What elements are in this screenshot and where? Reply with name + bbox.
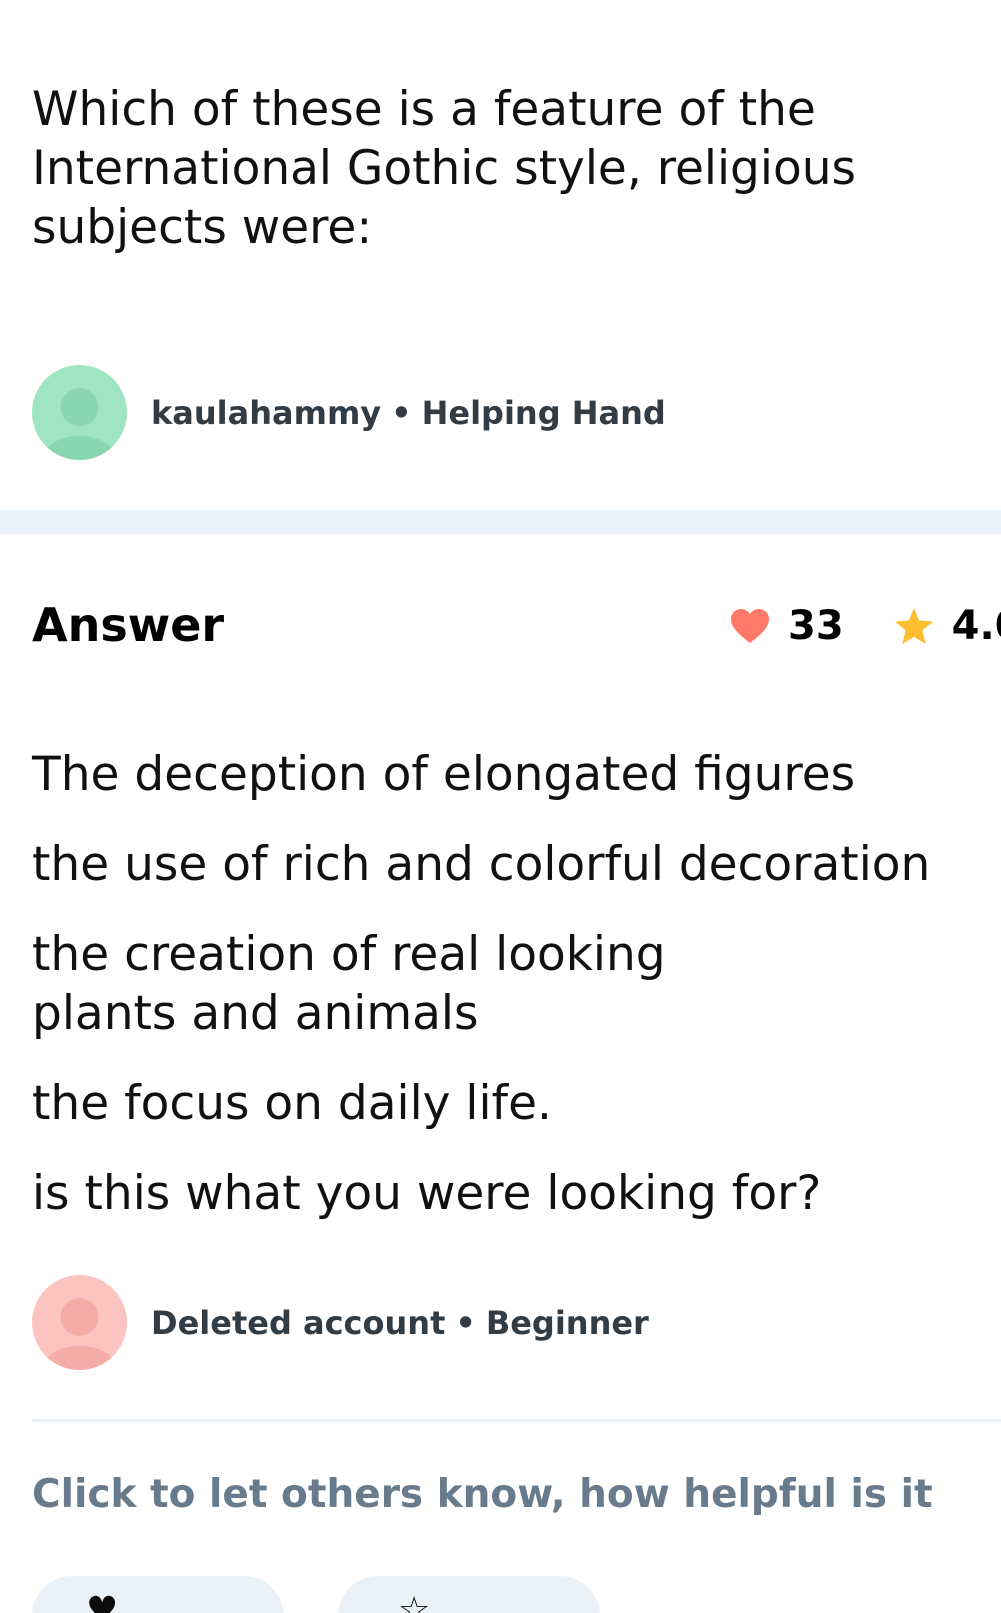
avatar[interactable] xyxy=(32,1275,127,1370)
author-rank: Beginner xyxy=(485,1303,649,1342)
answer-line: is this what you were looking for? xyxy=(32,1166,822,1221)
author-name[interactable]: kaulahammy xyxy=(151,394,381,432)
heart-icon xyxy=(731,609,769,643)
likes-count: 33 xyxy=(788,603,844,649)
rate-button[interactable]: ☆ xyxy=(338,1576,600,1613)
thanks-button[interactable]: ♥ xyxy=(32,1576,284,1613)
author-label: kaulahammy • Helping Hand xyxy=(151,394,666,432)
author-label: Deleted account • Beginner xyxy=(151,1304,649,1342)
helpful-prompt: Click to let others know, how helpful is… xyxy=(32,1472,933,1517)
section-separator xyxy=(0,510,1001,534)
answer-header: Answer xyxy=(32,598,225,652)
separator-dot: • xyxy=(455,1303,476,1342)
answer-stats: 33 4.0 xyxy=(730,603,1001,649)
answer-line: the creation of real looking plants and … xyxy=(32,927,666,1041)
divider xyxy=(32,1419,1001,1422)
star-outline-icon: ☆ xyxy=(398,1590,431,1613)
answer-author[interactable]: Deleted account • Beginner xyxy=(32,1275,649,1370)
question-text: Which of these is a feature of the Inter… xyxy=(32,82,856,255)
page: Which of these is a feature of the Inter… xyxy=(0,0,1001,1613)
author-name[interactable]: Deleted account xyxy=(151,1304,445,1342)
rating-stat[interactable]: 4.0 xyxy=(894,603,1001,649)
answer-line: the use of rich and colorful decoration xyxy=(32,837,931,892)
rating-value: 4.0 xyxy=(951,603,1001,649)
avatar[interactable] xyxy=(32,365,127,460)
answer-body: The deception of elongated figures the u… xyxy=(32,745,972,1254)
author-rank: Helping Hand xyxy=(421,393,666,432)
answer-line: the focus on daily life. xyxy=(32,1076,552,1131)
answer-line: The deception of elongated figures xyxy=(32,747,856,802)
thanks-icon: ♥ xyxy=(86,1590,119,1613)
likes-stat[interactable]: 33 xyxy=(730,603,844,649)
user-silhouette-icon xyxy=(41,1298,118,1370)
question-author[interactable]: kaulahammy • Helping Hand xyxy=(32,365,666,460)
star-icon xyxy=(894,608,933,644)
separator-dot: • xyxy=(391,393,412,432)
user-silhouette-icon xyxy=(41,388,118,460)
